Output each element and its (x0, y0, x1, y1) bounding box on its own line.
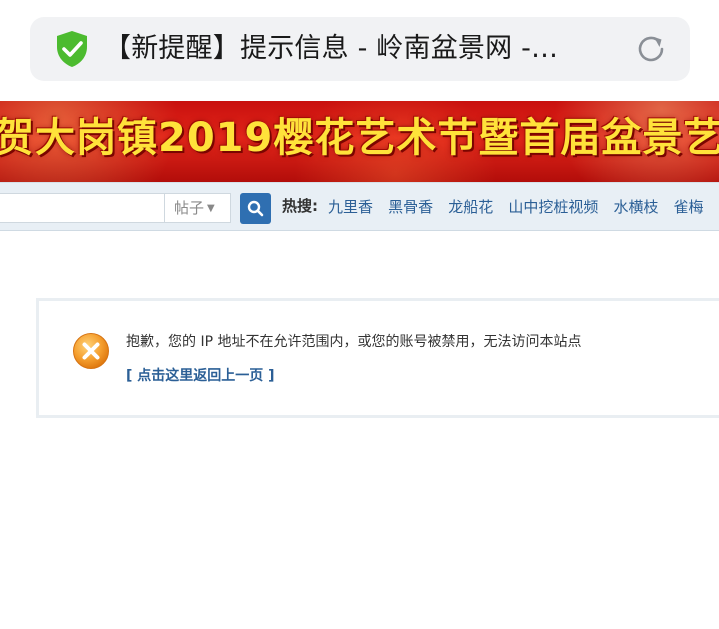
search-type-label: 帖子 (174, 199, 205, 217)
search-type-select[interactable]: 帖子 ▼ (164, 193, 231, 223)
hot-search-link[interactable]: 水横枝 (613, 198, 658, 216)
hot-search-link[interactable]: 龙船花 (448, 198, 493, 216)
go-back-link[interactable]: [ 点击这里返回上一页 ] (126, 365, 275, 385)
event-banner[interactable]: 贺大岗镇2019樱花艺术节暨首届盆景艺术展开 (0, 101, 719, 182)
error-message: 抱歉，您的 IP 地址不在允许范围内，或您的账号被禁用，无法访问本站点 (126, 334, 582, 350)
hot-search-link[interactable]: 九里香 (328, 198, 373, 216)
error-icon (73, 333, 109, 369)
reload-icon[interactable] (634, 32, 668, 66)
hot-search-link[interactable]: 雀梅 (674, 198, 704, 216)
caret-down-icon: ▼ (207, 203, 215, 214)
search-icon (247, 200, 264, 217)
shield-check-icon (57, 31, 87, 67)
search-button[interactable] (240, 193, 271, 224)
search-bar: 帖子▼ 热搜: 九里香 黑骨香 龙船花 山中挖桩视频 水横枝 雀梅 黑 (0, 182, 719, 231)
hot-search-list: 九里香 黑骨香 龙船花 山中挖桩视频 水横枝 雀梅 黑 (328, 183, 719, 230)
hot-search-label: 热搜: (282, 197, 318, 215)
address-bar[interactable]: 【新提醒】提示信息 - 岭南盆景网 -… (30, 17, 690, 81)
hot-search-link[interactable]: 山中挖桩视频 (508, 198, 598, 216)
hot-search-link[interactable]: 黑骨香 (388, 198, 433, 216)
banner-text: 贺大岗镇2019樱花艺术节暨首届盆景艺术展开 (0, 115, 719, 161)
page-title: 【新提醒】提示信息 - 岭南盆景网 -… (104, 33, 559, 64)
message-box: 抱歉，您的 IP 地址不在允许范围内，或您的账号被禁用，无法访问本站点 [ 点击… (36, 298, 719, 418)
search-input[interactable] (0, 193, 165, 223)
